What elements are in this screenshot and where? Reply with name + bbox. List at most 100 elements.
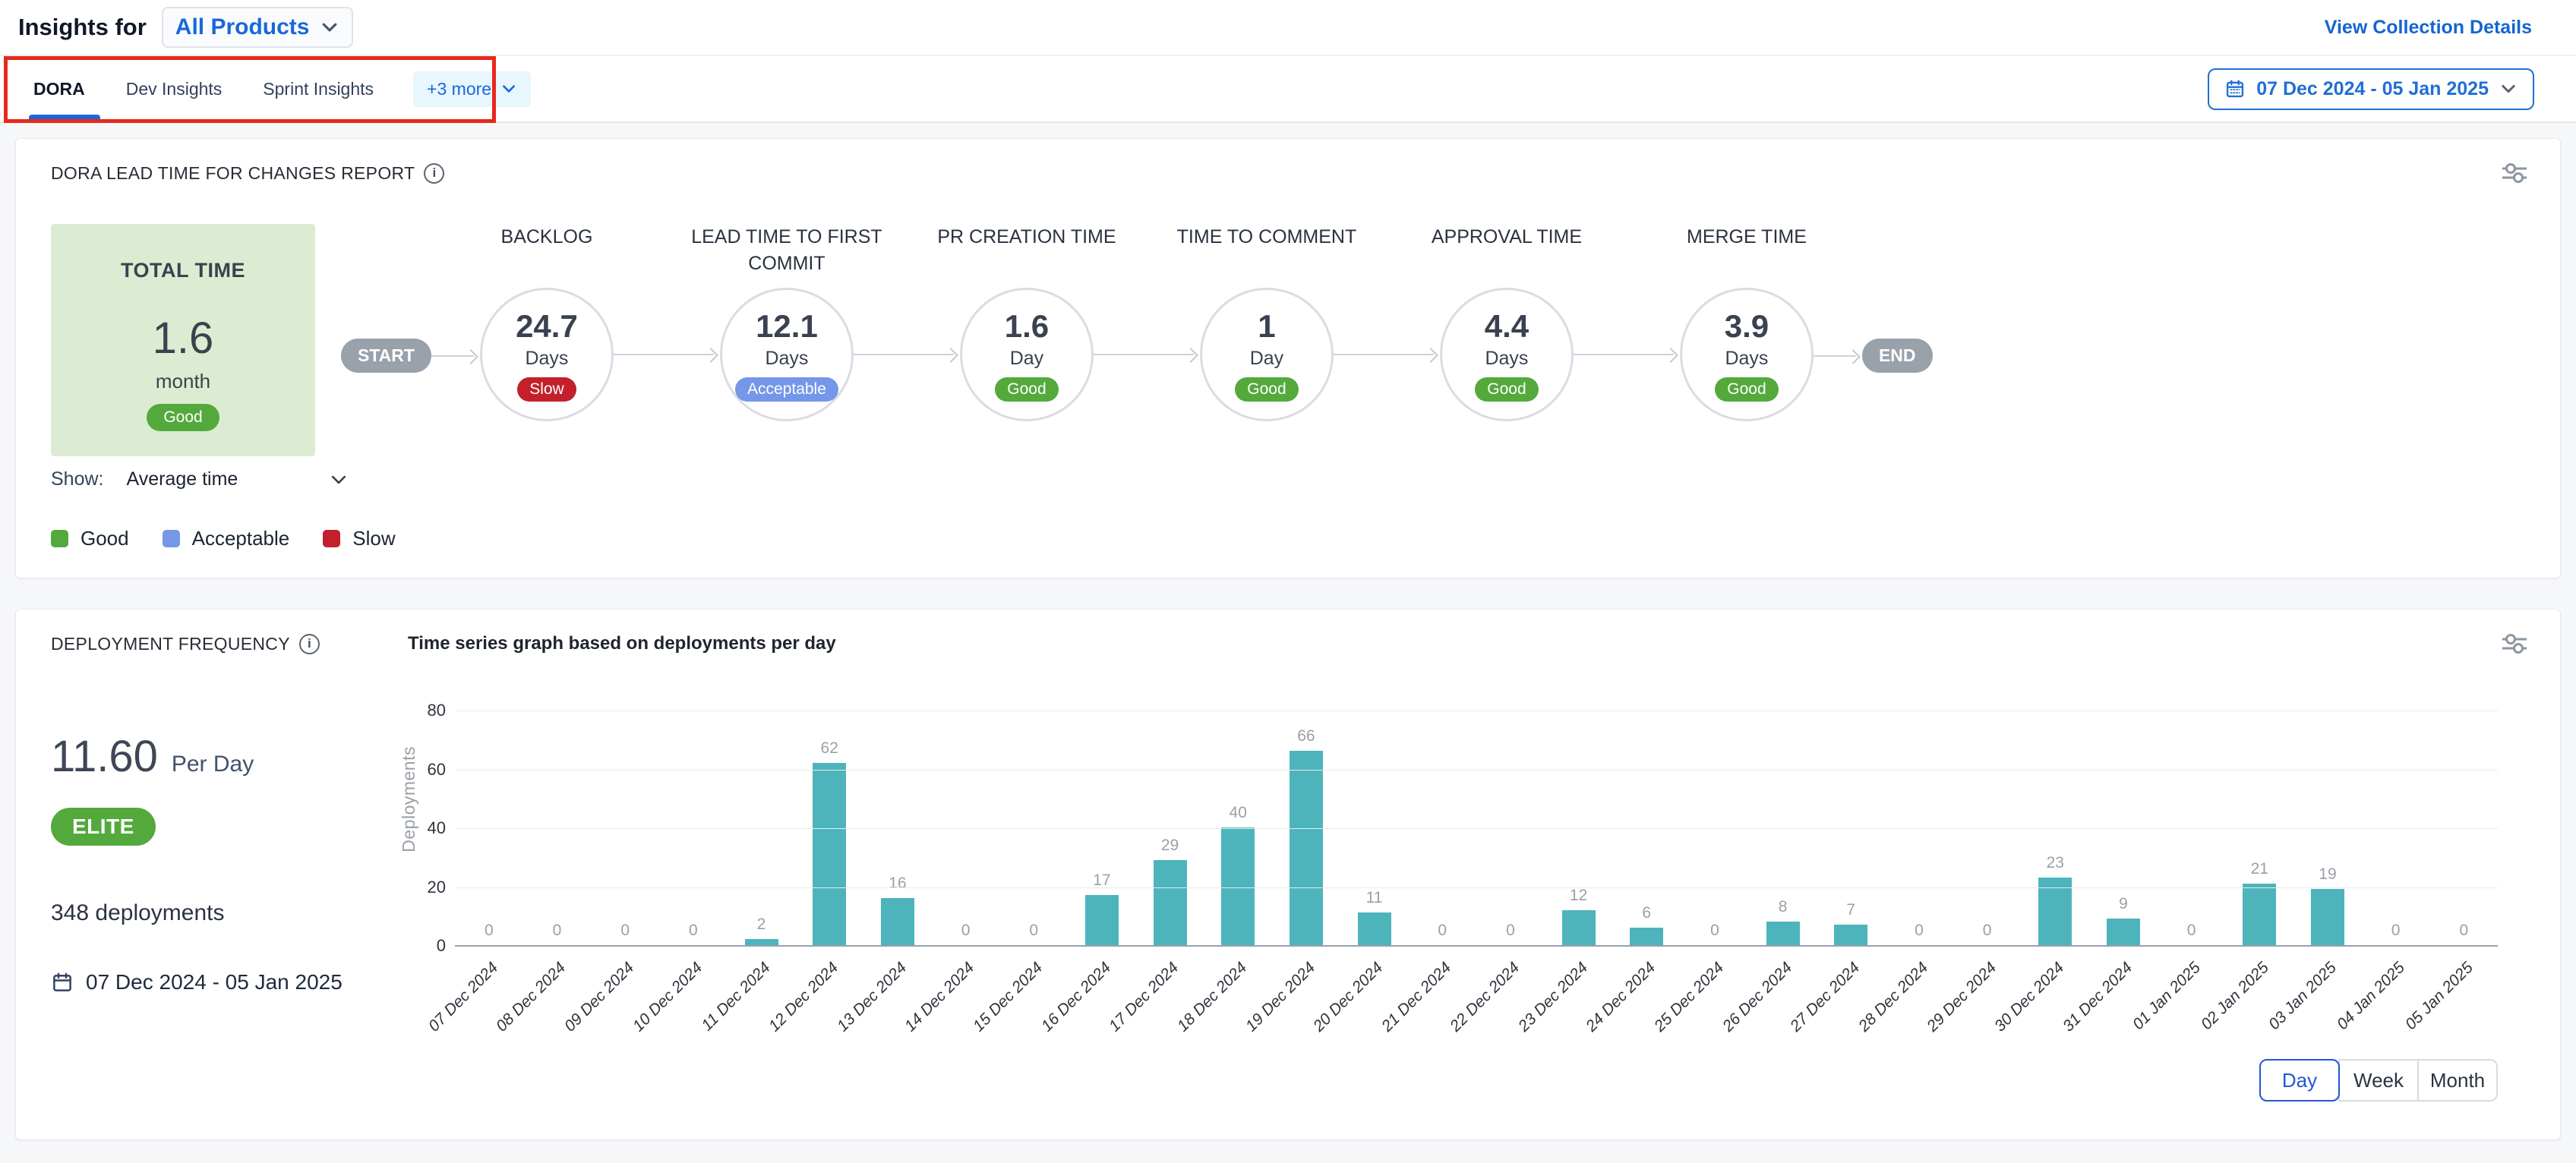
- bar-slot: 6: [1612, 904, 1681, 945]
- stage-unit: Days: [525, 348, 568, 370]
- stage-value: 24.7: [516, 308, 578, 345]
- stage-value: 12.1: [756, 308, 818, 345]
- info-icon[interactable]: i: [424, 163, 444, 184]
- stage-circle[interactable]: 1.6DayGood: [960, 288, 1094, 421]
- calendar-icon: [2224, 78, 2246, 99]
- deployment-rate-unit: Per Day: [172, 752, 254, 777]
- bar-slot: 0: [1681, 922, 1749, 945]
- tab-dev-insights[interactable]: Dev Insights: [125, 59, 224, 119]
- stage-title: MERGE TIME: [1621, 224, 1873, 251]
- bar: [1630, 928, 1663, 945]
- sliders-icon[interactable]: [2501, 162, 2528, 184]
- granularity-week-button[interactable]: Week: [2338, 1059, 2419, 1102]
- date-range-picker[interactable]: 07 Dec 2024 - 05 Jan 2025: [2208, 68, 2534, 110]
- more-tabs-label: +3 more: [427, 79, 491, 99]
- x-tick: 05 Jan 2025: [2429, 947, 2498, 1039]
- stage-unit: Days: [1485, 348, 1528, 370]
- bar: [2243, 884, 2276, 945]
- legend-item-good: Good: [51, 527, 129, 550]
- gridline: [455, 887, 2498, 888]
- bar-slot: 7: [1817, 901, 1885, 945]
- stage-circle[interactable]: 12.1DaysAcceptable: [720, 288, 854, 421]
- tier-badge: ELITE: [51, 808, 156, 846]
- bar-slot: 19: [2293, 865, 2362, 945]
- bar-value-label: 0: [620, 922, 630, 940]
- product-selector-label: All Products: [175, 14, 310, 40]
- stage-value: 1: [1258, 308, 1275, 345]
- legend-label: Slow: [352, 527, 395, 550]
- deployment-rate-value: 11.60: [51, 731, 158, 782]
- stage-circle[interactable]: 24.7 Days Slow: [480, 288, 614, 421]
- product-selector[interactable]: All Products: [162, 7, 354, 48]
- bar-value-label: 0: [1983, 922, 1992, 940]
- bar-slot: 0: [2362, 922, 2430, 945]
- flow-arrow: [1334, 348, 1440, 361]
- stage-status-badge: Good: [995, 377, 1058, 402]
- flow-stage-time-to-comment: TIME TO COMMENT1DayGood: [1200, 224, 1334, 421]
- chart-subtitle: Time series graph based on deployments p…: [408, 633, 836, 654]
- bar-value-label: 0: [961, 922, 971, 940]
- bar-value-label: 2: [757, 916, 766, 934]
- total-time-unit: month: [156, 370, 210, 393]
- bar-value-label: 0: [1029, 922, 1038, 940]
- bar: [1358, 912, 1391, 945]
- stage-status-badge: Good: [1715, 377, 1778, 402]
- bar-value-label: 19: [2319, 865, 2336, 884]
- page-title: Insights for: [18, 14, 147, 41]
- sliders-icon[interactable]: [2501, 632, 2528, 655]
- stage-unit: Day: [1250, 348, 1283, 370]
- stage-circle[interactable]: 1 Day Good: [1200, 288, 1334, 421]
- stage-unit: Day: [1010, 348, 1043, 370]
- deployment-stats: 11.60 Per Day ELITE 348 deployments 07 D…: [51, 655, 408, 994]
- tab-dora[interactable]: DORA: [32, 59, 87, 119]
- legend-item-slow: Slow: [323, 527, 395, 550]
- show-dropdown[interactable]: Show: Average time: [51, 468, 349, 490]
- bar-slot: 66: [1272, 727, 1340, 945]
- bar-value-label: 29: [1161, 837, 1179, 855]
- stats-date-range-label: 07 Dec 2024 - 05 Jan 2025: [86, 970, 343, 994]
- bar-slot: 29: [1136, 837, 1204, 945]
- bar-slot: 0: [999, 922, 1068, 945]
- bar-slot: 21: [2225, 860, 2293, 945]
- bar: [1766, 922, 1800, 945]
- show-label: Show:: [51, 468, 103, 490]
- stage-status-badge: Good: [1475, 377, 1538, 402]
- y-tick-label: 40: [411, 818, 446, 838]
- stage-status-badge: Good: [1235, 377, 1298, 402]
- stage-circle[interactable]: 4.4 Days Good: [1440, 288, 1574, 421]
- info-icon[interactable]: i: [299, 634, 320, 654]
- total-time-label: TOTAL TIME: [121, 259, 245, 282]
- bar: [813, 763, 846, 945]
- bar-slot: 0: [1885, 922, 1953, 945]
- x-tick-label: 07 Dec 2024: [425, 959, 502, 1035]
- bar-slot: 0: [1476, 922, 1545, 945]
- bar-slot: 9: [2089, 895, 2158, 945]
- granularity-month-button[interactable]: Month: [2417, 1059, 2498, 1102]
- bar: [745, 939, 778, 945]
- granularity-day-button[interactable]: Day: [2259, 1059, 2340, 1102]
- bar-value-label: 21: [2251, 860, 2268, 878]
- bar-slot: 0: [523, 922, 592, 945]
- y-tick-label: 0: [411, 936, 446, 956]
- deployment-card-title: DEPLOYMENT FREQUENCY: [51, 634, 290, 654]
- more-tabs-button[interactable]: +3 more: [413, 71, 531, 107]
- stage-value: 4.4: [1485, 308, 1529, 345]
- stats-date-range: 07 Dec 2024 - 05 Jan 2025: [51, 970, 408, 994]
- bar-value-label: 40: [1230, 804, 1247, 822]
- bar-slot: 40: [1204, 804, 1272, 945]
- stage-status-badge: Slow: [517, 377, 576, 402]
- flow-arrow: [431, 349, 480, 363]
- stage-unit: Days: [1725, 348, 1768, 370]
- bar-slot: 16: [863, 875, 932, 945]
- bar-value-label: 12: [1570, 887, 1587, 905]
- bar: [881, 898, 914, 945]
- view-collection-details-link[interactable]: View Collection Details: [2325, 17, 2532, 39]
- flow-end: END: [1814, 339, 1933, 373]
- stage-circle[interactable]: 3.9DaysGood: [1680, 288, 1814, 421]
- y-tick-label: 80: [411, 701, 446, 720]
- main: DORA LEAD TIME FOR CHANGES REPORT i TOTA…: [0, 123, 2576, 1155]
- show-value: Average time: [126, 468, 238, 490]
- chevron-down-icon: [2499, 80, 2518, 98]
- bar: [1834, 925, 1867, 945]
- tab-sprint-insights[interactable]: Sprint Insights: [261, 59, 375, 119]
